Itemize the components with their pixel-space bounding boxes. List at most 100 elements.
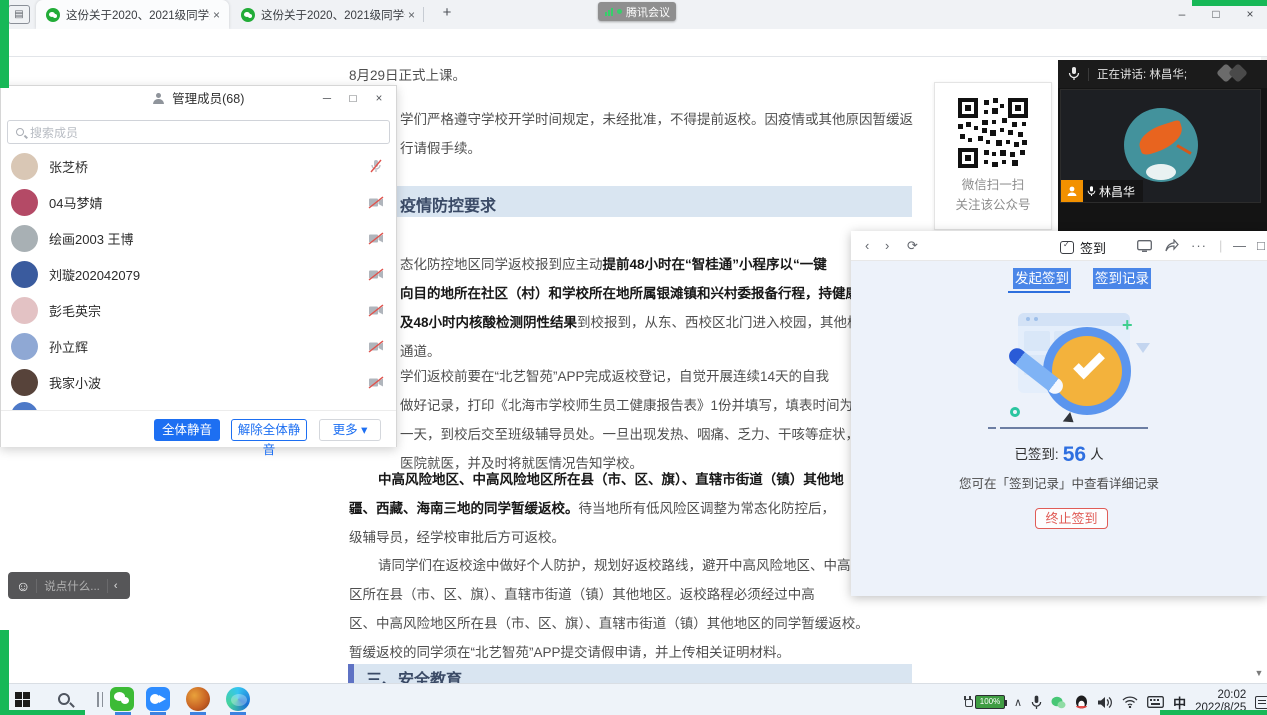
member-panel-footer: 全体静音 解除全体静音 更多 ▾ (1, 410, 396, 447)
more-icon[interactable]: ··· (1191, 238, 1207, 253)
section-heading: 疫情防控要求 (400, 192, 496, 216)
wechat-favicon (241, 8, 255, 22)
start-button[interactable] (10, 687, 34, 711)
speaker-name: 林昌华 (1099, 183, 1135, 200)
signin-stats: 已签到:56人 (851, 441, 1267, 465)
touch-keyboard-icon[interactable] (1147, 696, 1164, 708)
more-button[interactable]: 更多 ▾ (319, 419, 381, 441)
close-button[interactable]: × (366, 93, 392, 105)
stop-signin-button[interactable]: 终止签到 (1035, 508, 1108, 529)
tab-actions-icon[interactable]: ▤ (8, 5, 30, 24)
article-line: 做好记录，打印《北海市学校师生员工健康报告表》1份并填写，填表时间为报 (400, 394, 867, 414)
search-button[interactable] (52, 687, 76, 711)
volume-icon[interactable] (1097, 696, 1113, 709)
meeting-video-window: 正在讲话: 林昌华; 林昌华 (1058, 60, 1267, 233)
video-window-header[interactable]: 正在讲话: 林昌华; (1058, 60, 1267, 88)
taskbar-app-icon[interactable] (186, 687, 210, 711)
article-line: 中高风险地区、中高风险地区所在县（市、区、旗）、直辖市街道（镇）其他地 (378, 468, 844, 488)
battery-indicator[interactable]: 100% (963, 695, 1005, 709)
maximize-button[interactable]: □ (340, 93, 366, 105)
share-border-left-bottom (0, 630, 9, 710)
unmute-all-button[interactable]: 解除全体静音 (231, 419, 307, 441)
camera-off-icon[interactable] (368, 340, 384, 353)
ime-indicator[interactable]: 中 (1173, 693, 1186, 712)
tab-close-icon[interactable]: × (405, 8, 418, 22)
minimize-button[interactable]: ─ (314, 93, 340, 105)
tray-mic-icon[interactable] (1031, 695, 1042, 710)
restore-button[interactable]: □ (1199, 7, 1233, 21)
close-button[interactable]: × (1233, 7, 1267, 21)
new-tab-button[interactable]: + (437, 4, 457, 21)
article-line: 暂缓返校的同学须在“北艺智苑”APP提交请假申请，并上传相关证明材料。 (349, 641, 790, 661)
camera-off-icon[interactable] (368, 232, 384, 245)
browser-tab-2[interactable]: 这份关于2020、2021级同学开学 × (231, 0, 424, 29)
article-line: 学们严格遵守学校开学时间规定，未经批准，不得提前返校。因疫情或其他原因暂缓返 (400, 108, 913, 128)
member-row[interactable]: 我家小波 (1, 364, 398, 400)
article-line: 态化防控地区同学返校报到应主动提前48小时在“智桂通”小程序以“一键 (400, 253, 827, 273)
meeting-status-pill[interactable]: 腾讯会议 (598, 2, 676, 21)
tray-qq-icon[interactable] (1075, 695, 1088, 710)
member-row[interactable]: 彭毛英宗 (1, 292, 398, 328)
article-line: 区所在县（市、区、旗）、直辖市街道（镇）其他地区。返校路程必须经过中高 (349, 583, 815, 603)
camera-off-icon[interactable] (368, 376, 384, 389)
meeting-chat-bubble[interactable]: ☺ 说点什么... ‹ (8, 572, 130, 599)
article-line: 疆、西藏、海南三地的同学暂缓返校。待当地所有低风险区调整为常态化防控后， (349, 497, 835, 517)
member-row[interactable]: 张芝桥 (1, 148, 398, 184)
avatar (11, 333, 38, 360)
video-tile[interactable]: 林昌华 (1060, 89, 1261, 203)
qr-follow-panel: 微信扫一扫 关注该公众号 (934, 82, 1052, 230)
member-row[interactable]: 孙立辉 (1, 328, 398, 364)
taskbar-wechat-icon[interactable] (110, 687, 134, 711)
share-screen-icon[interactable] (1137, 240, 1152, 252)
checkin-icon (1060, 241, 1074, 254)
tab-close-icon[interactable]: × (210, 8, 223, 22)
plus-decoration: + (1122, 315, 1133, 336)
refresh-icon[interactable]: ⟳ (907, 238, 918, 254)
mute-all-button[interactable]: 全体静音 (154, 419, 220, 441)
tab-start-signin[interactable]: 发起签到 (1013, 268, 1071, 289)
signin-count: 56 (1063, 443, 1086, 466)
browser-tab-1[interactable]: 这份关于2020、2021级同学开学 × (36, 0, 229, 29)
emoji-icon[interactable]: ☺ (16, 578, 30, 594)
avatar (11, 225, 38, 252)
forward-share-icon[interactable] (1165, 239, 1179, 252)
qr-code (956, 96, 1030, 170)
chat-input-placeholder[interactable]: 说点什么... (44, 578, 100, 594)
member-search-input[interactable]: 搜索成员 (7, 120, 390, 144)
camera-off-icon[interactable] (368, 268, 384, 281)
maximize-button[interactable]: □ (1257, 238, 1265, 253)
tray-time: 20:02 (1217, 689, 1246, 701)
article-line: 行请假手续。 (400, 137, 481, 157)
active-tab-underline (1008, 291, 1070, 293)
speaking-label: 正在讲话: 林昌华; (1097, 66, 1187, 82)
mic-off-icon[interactable] (368, 158, 384, 174)
wifi-icon[interactable] (1122, 696, 1138, 708)
minimize-button[interactable]: – (1165, 7, 1199, 21)
article-line: 向目的地所在社区（村）和学校所在地所属银滩镇和兴村委报备行程，持健康 (400, 282, 859, 302)
member-row[interactable]: 刘璇202042079 (1, 256, 398, 292)
tray-expand-icon[interactable]: ∧ (1014, 696, 1022, 709)
avatar (11, 153, 38, 180)
meeting-pill-label: 腾讯会议 (626, 4, 670, 20)
scrollbar-down-arrow[interactable]: ▼ (1252, 666, 1266, 680)
tray-wechat-icon[interactable] (1051, 696, 1066, 709)
back-icon[interactable]: ‹ (865, 238, 869, 253)
host-badge-icon (1061, 180, 1083, 202)
member-row[interactable]: 04马梦婧 (1, 184, 398, 220)
camera-off-icon[interactable] (368, 304, 384, 317)
signin-title: 签到 (1060, 238, 1106, 257)
taskbar-meeting-icon[interactable] (146, 687, 170, 711)
member-row[interactable]: 绘画2003 王博 (1, 220, 398, 256)
forward-icon[interactable]: › (885, 238, 889, 253)
signin-illustration: + (990, 305, 1160, 435)
collapse-chevron-icon[interactable]: ‹ (114, 580, 118, 592)
tab-signin-records[interactable]: 签到记录 (1093, 268, 1151, 289)
taskbar-edge-icon[interactable] (226, 687, 250, 711)
article-line: 级辅导员，经学校审批后方可返校。 (349, 526, 565, 546)
person-icon (153, 93, 164, 104)
meeting-logo-icon (1219, 66, 1259, 82)
camera-off-icon[interactable] (368, 196, 384, 209)
search-placeholder: 搜索成员 (30, 124, 78, 141)
notification-center-icon[interactable] (1255, 696, 1267, 709)
minimize-button[interactable]: — (1233, 238, 1246, 253)
